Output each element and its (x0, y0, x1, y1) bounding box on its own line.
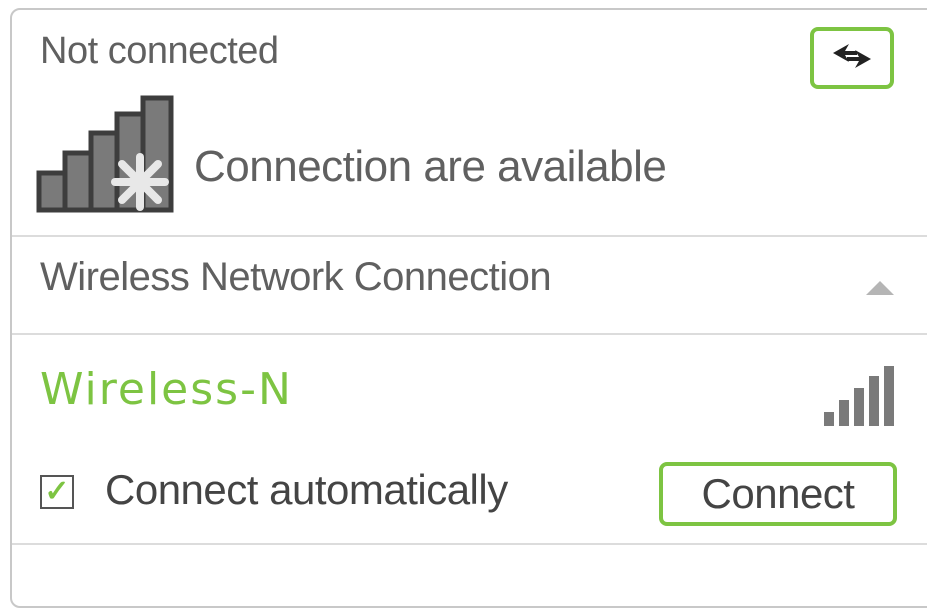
signal-bars-icon (822, 366, 898, 433)
section-title: Wireless Network Connection (40, 255, 552, 299)
refresh-button[interactable] (810, 27, 894, 89)
triangle-up-icon[interactable] (866, 281, 894, 295)
divider (12, 235, 927, 237)
checkmark-icon: ✓ (44, 475, 70, 508)
refresh-arrows-icon (827, 38, 877, 79)
connect-button[interactable]: Connect (659, 462, 897, 526)
connect-button-label: Connect (701, 470, 855, 517)
auto-connect-checkbox[interactable]: ✓ (40, 475, 74, 509)
availability-text: Connection are available (194, 142, 667, 191)
divider (12, 543, 927, 545)
connection-status: Not connected (40, 30, 279, 72)
signal-star-icon (36, 95, 176, 218)
divider (12, 333, 927, 335)
network-name[interactable]: Wireless-N (40, 364, 293, 415)
auto-connect-label: Connect automatically (105, 466, 508, 513)
